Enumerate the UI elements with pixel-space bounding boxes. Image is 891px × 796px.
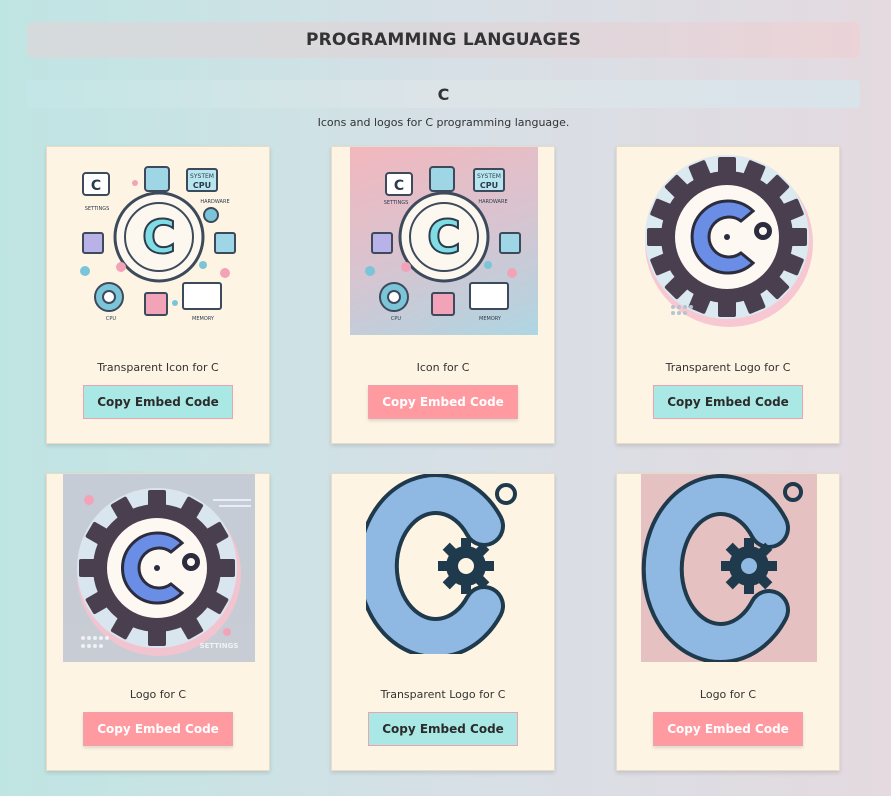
card-caption: Logo for C	[129, 688, 187, 701]
image-text-settings: SETTINGS	[85, 206, 110, 212]
copy-embed-code-button[interactable]: Copy Embed Code	[83, 712, 233, 746]
c-icon-hardware-image: C C SYSTEM CPU SETTINGS HARDWARE CPU MEM…	[75, 147, 243, 327]
image-text-settings: SETTINGS	[384, 200, 409, 206]
card-logo-2: Logo for C Copy Embed Code	[616, 473, 840, 771]
c-icon-hardware-image: C C SYSTEM CPU SETTINGS HARDWARE CPU MEM…	[350, 147, 538, 335]
image-text-system: SYSTEM	[477, 173, 501, 180]
copy-embed-code-button[interactable]: Copy Embed Code	[368, 385, 518, 419]
page-title: PROGRAMMING LANGUAGES	[27, 22, 860, 58]
card-caption: Transparent Icon for C	[97, 361, 219, 374]
svg-text:C: C	[142, 210, 176, 264]
card-caption: Logo for C	[699, 688, 757, 701]
section-title: C	[27, 80, 860, 108]
card-transparent-logo-2: Transparent Logo for C Copy Embed Code	[331, 473, 555, 771]
card-caption: Transparent Logo for C	[665, 361, 791, 374]
image-text-memory: MEMORY	[192, 316, 215, 322]
card-caption: Transparent Logo for C	[380, 688, 506, 701]
svg-text:C: C	[91, 178, 101, 194]
image-text-cpu-bottom: CPU	[106, 316, 117, 322]
card-logo: SETTINGS Logo for C Copy Embed Code	[46, 473, 270, 771]
image-text-hardware: HARDWARE	[200, 199, 229, 205]
card-transparent-icon: C C SYSTEM CPU SETTINGS HARDWARE CPU MEM…	[46, 146, 270, 444]
image-text-cpu: CPU	[193, 181, 211, 190]
card-icon: C C SYSTEM CPU SETTINGS HARDWARE CPU MEM…	[331, 146, 555, 444]
copy-embed-code-button[interactable]: Copy Embed Code	[368, 712, 518, 746]
image-text-hardware: HARDWARE	[478, 199, 507, 205]
svg-text:C: C	[394, 178, 404, 194]
image-text-system: SYSTEM	[190, 173, 214, 180]
c-letter-gear-logo-image	[641, 474, 817, 662]
section-description: Icons and logos for C programming langua…	[317, 116, 570, 129]
image-text-cpu: CPU	[480, 181, 498, 190]
image-text-settings: SETTINGS	[200, 642, 239, 650]
image-text-memory: MEMORY	[479, 316, 502, 322]
c-gear-logo-image: SETTINGS	[63, 474, 255, 662]
copy-embed-code-button[interactable]: Copy Embed Code	[653, 385, 803, 419]
card-transparent-logo: Transparent Logo for C Copy Embed Code	[616, 146, 840, 444]
c-gear-logo-image	[641, 147, 817, 327]
card-caption: Icon for C	[416, 361, 470, 374]
c-letter-gear-logo-image	[366, 474, 522, 654]
svg-text:C: C	[427, 210, 461, 264]
copy-embed-code-button[interactable]: Copy Embed Code	[83, 385, 233, 419]
copy-embed-code-button[interactable]: Copy Embed Code	[653, 712, 803, 746]
image-text-cpu-bottom: CPU	[391, 316, 402, 322]
